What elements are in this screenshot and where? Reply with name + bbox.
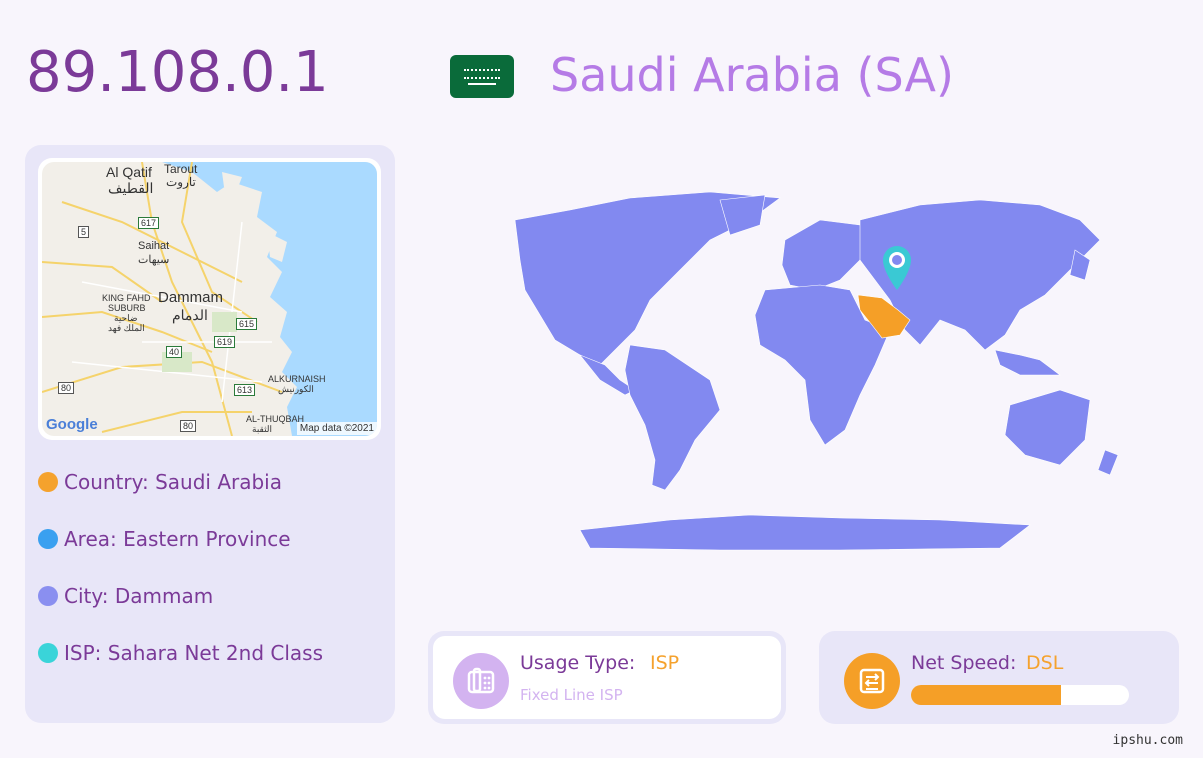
net-speed-card: Net Speed: DSL	[819, 631, 1179, 724]
map-label-althuqbah: AL-THUQBAH	[246, 414, 305, 424]
map-frame: Al Qatif القطيف Tarout تاروت Saihat سيها…	[38, 158, 381, 440]
usage-type-value: ISP	[650, 652, 680, 674]
road-shield-80a: 80	[58, 382, 75, 394]
country-dot-icon	[38, 472, 58, 492]
road-shield-613: 613	[234, 384, 256, 396]
road-shield-615: 615	[236, 318, 258, 330]
map-label-suburb: SUBURB	[108, 303, 146, 313]
location-card: Al Qatif القطيف Tarout تاروت Saihat سيها…	[25, 145, 395, 723]
speed-router-icon	[844, 653, 900, 709]
map-label-dammam: Dammam	[158, 289, 224, 306]
info-isp: ISP: Sahara Net 2nd Class	[38, 641, 323, 665]
area-text: Area: Eastern Province	[64, 527, 291, 551]
site-footer[interactable]: ipshu.com	[1113, 733, 1183, 748]
net-speed-value: DSL	[1026, 652, 1064, 674]
info-country: Country: Saudi Arabia	[38, 470, 282, 494]
country-title: Saudi Arabia (SA)	[550, 48, 954, 102]
map-label-qatif: Al Qatif	[106, 164, 152, 180]
antarctica-shape	[579, 514, 1031, 551]
city-text: City: Dammam	[64, 584, 214, 608]
net-speed-bar-fill	[911, 685, 1062, 705]
usage-type-card: Usage Type: ISP Fixed Line ISP	[428, 631, 786, 724]
city-map[interactable]: Al Qatif القطيف Tarout تاروت Saihat سيها…	[42, 162, 377, 436]
google-logo: Google	[46, 416, 98, 433]
country-text: Country: Saudi Arabia	[64, 470, 282, 494]
usage-type-label: Usage Type:	[520, 652, 636, 674]
road-shield-617: 617	[138, 217, 160, 229]
saudi-flag-icon	[450, 55, 514, 98]
road-shield-80b: 80	[180, 420, 197, 432]
map-label-tarout-ar: تاروت	[166, 175, 196, 189]
area-dot-icon	[38, 529, 58, 549]
map-label-althuqbah-ar: الثقبة	[252, 424, 273, 434]
city-dot-icon	[38, 586, 58, 606]
map-label-tarout: Tarout	[164, 162, 198, 176]
south-america-shape	[624, 344, 721, 491]
map-label-saihat-ar: سيهات	[138, 254, 170, 266]
net-speed-label: Net Speed:	[911, 652, 1017, 674]
australia-shape	[1004, 389, 1091, 466]
map-label-alkurnaish-ar: الكورنيش	[278, 384, 314, 394]
map-label-dammam-ar: الدمام	[172, 307, 208, 323]
map-label-king-fahd: KING FAHD	[102, 293, 151, 303]
usage-type-sub: Fixed Line ISP	[520, 686, 623, 704]
map-label-qatif-ar: القطيف	[108, 180, 154, 196]
info-area: Area: Eastern Province	[38, 527, 291, 551]
road-shield-619: 619	[214, 336, 236, 348]
map-label-king-fahd-ar2: الملك فهد	[108, 323, 145, 333]
map-label-alkurnaish: ALKURNAISH	[268, 374, 326, 384]
world-map	[514, 191, 1119, 551]
info-city: City: Dammam	[38, 584, 213, 608]
map-attribution[interactable]: Map data ©2021	[296, 422, 377, 435]
road-shield-5: 5	[78, 226, 90, 238]
isp-dot-icon	[38, 643, 58, 663]
road-shield-40: 40	[166, 346, 183, 358]
ip-address: 89.108.0.1	[26, 40, 329, 105]
map-label-saihat: Saihat	[138, 240, 170, 252]
isp-text: ISP: Sahara Net 2nd Class	[64, 641, 324, 665]
phone-icon	[453, 653, 509, 709]
net-speed-bar	[911, 685, 1129, 705]
